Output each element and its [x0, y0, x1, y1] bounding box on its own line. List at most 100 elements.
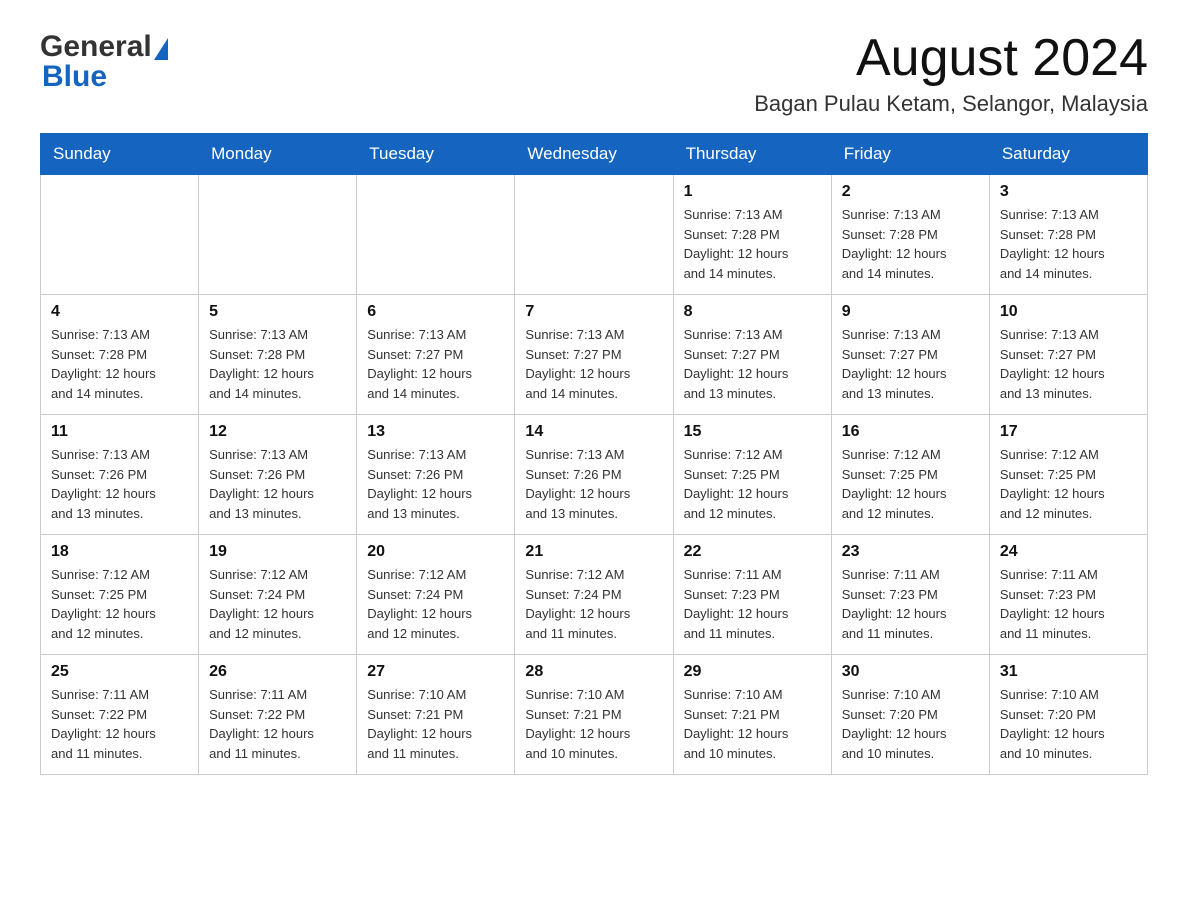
month-title: August 2024 — [754, 30, 1148, 87]
calendar-day-cell: 27 Sunrise: 7:10 AM Sunset: 7:21 PM Dayli… — [357, 655, 515, 775]
calendar-day-cell: 18 Sunrise: 7:12 AM Sunset: 7:25 PM Dayli… — [41, 535, 199, 655]
logo-triangle-icon — [154, 38, 168, 60]
calendar-day-cell: 12Sunrise: 7:13 AM Sunset: 7:26 PM Dayli… — [199, 415, 357, 535]
day-info: Sunrise: 7:13 AM Sunset: 7:27 PM Dayligh… — [842, 325, 979, 403]
day-number: 21 — [525, 543, 662, 561]
day-info: Sunrise: 7:13 AM Sunset: 7:28 PM Dayligh… — [1000, 205, 1137, 283]
calendar-day-cell: 9Sunrise: 7:13 AM Sunset: 7:27 PM Daylig… — [831, 295, 989, 415]
calendar-day-cell: 6 Sunrise: 7:13 AM Sunset: 7:27 PM Daylig… — [357, 295, 515, 415]
day-number: 26 — [209, 663, 346, 681]
calendar-day-cell: 19 Sunrise: 7:12 AM Sunset: 7:24 PM Dayli… — [199, 535, 357, 655]
calendar-day-cell: 23 Sunrise: 7:11 AM Sunset: 7:23 PM Dayli… — [831, 535, 989, 655]
day-number: 10 — [1000, 303, 1137, 321]
calendar-day-cell: 3 Sunrise: 7:13 AM Sunset: 7:28 PM Daylig… — [989, 175, 1147, 295]
day-info: Sunrise: 7:10 AM Sunset: 7:21 PM Dayligh… — [684, 685, 821, 763]
day-number: 3 — [1000, 183, 1137, 201]
calendar-day-cell: 20Sunrise: 7:12 AM Sunset: 7:24 PM Dayli… — [357, 535, 515, 655]
day-info: Sunrise: 7:11 AM Sunset: 7:22 PM Dayligh… — [209, 685, 346, 763]
day-info: Sunrise: 7:11 AM Sunset: 7:23 PM Dayligh… — [1000, 565, 1137, 643]
logo-general-text: General — [40, 30, 152, 64]
calendar-day-cell: 4Sunrise: 7:13 AM Sunset: 7:28 PM Daylig… — [41, 295, 199, 415]
title-block: August 2024 Bagan Pulau Ketam, Selangor,… — [754, 30, 1148, 117]
calendar-day-cell: 14Sunrise: 7:13 AM Sunset: 7:26 PM Dayli… — [515, 415, 673, 535]
calendar-table: SundayMondayTuesdayWednesdayThursdayFrid… — [40, 133, 1148, 775]
day-info: Sunrise: 7:11 AM Sunset: 7:22 PM Dayligh… — [51, 685, 188, 763]
day-info: Sunrise: 7:10 AM Sunset: 7:21 PM Dayligh… — [367, 685, 504, 763]
day-number: 8 — [684, 303, 821, 321]
calendar-week-row: 4Sunrise: 7:13 AM Sunset: 7:28 PM Daylig… — [41, 295, 1148, 415]
day-number: 14 — [525, 423, 662, 441]
calendar-day-cell: 11 Sunrise: 7:13 AM Sunset: 7:26 PM Dayli… — [41, 415, 199, 535]
day-number: 12 — [209, 423, 346, 441]
calendar-week-row: 11 Sunrise: 7:13 AM Sunset: 7:26 PM Dayli… — [41, 415, 1148, 535]
day-number: 30 — [842, 663, 979, 681]
calendar-day-cell: 16 Sunrise: 7:12 AM Sunset: 7:25 PM Dayli… — [831, 415, 989, 535]
day-info: Sunrise: 7:13 AM Sunset: 7:28 PM Dayligh… — [684, 205, 821, 283]
calendar-header-sunday: Sunday — [41, 134, 199, 175]
day-info: Sunrise: 7:11 AM Sunset: 7:23 PM Dayligh… — [684, 565, 821, 643]
day-info: Sunrise: 7:13 AM Sunset: 7:27 PM Dayligh… — [1000, 325, 1137, 403]
logo-blue-text: Blue — [40, 60, 107, 94]
calendar-day-cell: 13 Sunrise: 7:13 AM Sunset: 7:26 PM Dayli… — [357, 415, 515, 535]
day-info: Sunrise: 7:13 AM Sunset: 7:27 PM Dayligh… — [367, 325, 504, 403]
day-number: 5 — [209, 303, 346, 321]
day-number: 29 — [684, 663, 821, 681]
day-info: Sunrise: 7:13 AM Sunset: 7:26 PM Dayligh… — [367, 445, 504, 523]
day-number: 28 — [525, 663, 662, 681]
day-info: Sunrise: 7:10 AM Sunset: 7:21 PM Dayligh… — [525, 685, 662, 763]
day-info: Sunrise: 7:12 AM Sunset: 7:24 PM Dayligh… — [525, 565, 662, 643]
day-number: 13 — [367, 423, 504, 441]
day-number: 6 — [367, 303, 504, 321]
page-header: General Blue August 2024 Bagan Pulau Ket… — [40, 30, 1148, 117]
calendar-day-cell: 21 Sunrise: 7:12 AM Sunset: 7:24 PM Dayli… — [515, 535, 673, 655]
day-number: 27 — [367, 663, 504, 681]
logo: General Blue — [40, 30, 168, 94]
calendar-day-cell: 29 Sunrise: 7:10 AM Sunset: 7:21 PM Dayli… — [673, 655, 831, 775]
calendar-day-cell: 26 Sunrise: 7:11 AM Sunset: 7:22 PM Dayli… — [199, 655, 357, 775]
calendar-header-saturday: Saturday — [989, 134, 1147, 175]
day-info: Sunrise: 7:13 AM Sunset: 7:28 PM Dayligh… — [842, 205, 979, 283]
day-number: 2 — [842, 183, 979, 201]
calendar-day-cell: 7 Sunrise: 7:13 AM Sunset: 7:27 PM Daylig… — [515, 295, 673, 415]
calendar-week-row: 18 Sunrise: 7:12 AM Sunset: 7:25 PM Dayli… — [41, 535, 1148, 655]
day-info: Sunrise: 7:13 AM Sunset: 7:28 PM Dayligh… — [51, 325, 188, 403]
calendar-header-tuesday: Tuesday — [357, 134, 515, 175]
calendar-header-monday: Monday — [199, 134, 357, 175]
day-info: Sunrise: 7:13 AM Sunset: 7:27 PM Dayligh… — [684, 325, 821, 403]
calendar-day-cell: 5 Sunrise: 7:13 AM Sunset: 7:28 PM Daylig… — [199, 295, 357, 415]
day-number: 24 — [1000, 543, 1137, 561]
calendar-day-cell — [41, 175, 199, 295]
calendar-day-cell: 15Sunrise: 7:12 AM Sunset: 7:25 PM Dayli… — [673, 415, 831, 535]
day-info: Sunrise: 7:12 AM Sunset: 7:24 PM Dayligh… — [209, 565, 346, 643]
day-info: Sunrise: 7:12 AM Sunset: 7:25 PM Dayligh… — [842, 445, 979, 523]
calendar-day-cell: 25Sunrise: 7:11 AM Sunset: 7:22 PM Dayli… — [41, 655, 199, 775]
day-number: 23 — [842, 543, 979, 561]
calendar-week-row: 25Sunrise: 7:11 AM Sunset: 7:22 PM Dayli… — [41, 655, 1148, 775]
day-info: Sunrise: 7:13 AM Sunset: 7:26 PM Dayligh… — [51, 445, 188, 523]
day-number: 19 — [209, 543, 346, 561]
day-info: Sunrise: 7:11 AM Sunset: 7:23 PM Dayligh… — [842, 565, 979, 643]
calendar-week-row: 1 Sunrise: 7:13 AM Sunset: 7:28 PM Daylig… — [41, 175, 1148, 295]
calendar-day-cell: 8 Sunrise: 7:13 AM Sunset: 7:27 PM Daylig… — [673, 295, 831, 415]
day-info: Sunrise: 7:12 AM Sunset: 7:25 PM Dayligh… — [1000, 445, 1137, 523]
day-number: 18 — [51, 543, 188, 561]
day-number: 11 — [51, 423, 188, 441]
calendar-day-cell: 2 Sunrise: 7:13 AM Sunset: 7:28 PM Daylig… — [831, 175, 989, 295]
day-info: Sunrise: 7:13 AM Sunset: 7:27 PM Dayligh… — [525, 325, 662, 403]
calendar-day-cell: 10 Sunrise: 7:13 AM Sunset: 7:27 PM Dayli… — [989, 295, 1147, 415]
location-title: Bagan Pulau Ketam, Selangor, Malaysia — [754, 91, 1148, 117]
day-number: 17 — [1000, 423, 1137, 441]
day-info: Sunrise: 7:12 AM Sunset: 7:25 PM Dayligh… — [684, 445, 821, 523]
day-number: 22 — [684, 543, 821, 561]
day-number: 16 — [842, 423, 979, 441]
day-number: 7 — [525, 303, 662, 321]
calendar-day-cell: 1 Sunrise: 7:13 AM Sunset: 7:28 PM Daylig… — [673, 175, 831, 295]
day-info: Sunrise: 7:10 AM Sunset: 7:20 PM Dayligh… — [842, 685, 979, 763]
calendar-day-cell: 22 Sunrise: 7:11 AM Sunset: 7:23 PM Dayli… — [673, 535, 831, 655]
calendar-header-thursday: Thursday — [673, 134, 831, 175]
day-number: 1 — [684, 183, 821, 201]
calendar-day-cell: 24 Sunrise: 7:11 AM Sunset: 7:23 PM Dayli… — [989, 535, 1147, 655]
day-info: Sunrise: 7:12 AM Sunset: 7:25 PM Dayligh… — [51, 565, 188, 643]
calendar-day-cell — [515, 175, 673, 295]
day-info: Sunrise: 7:13 AM Sunset: 7:28 PM Dayligh… — [209, 325, 346, 403]
